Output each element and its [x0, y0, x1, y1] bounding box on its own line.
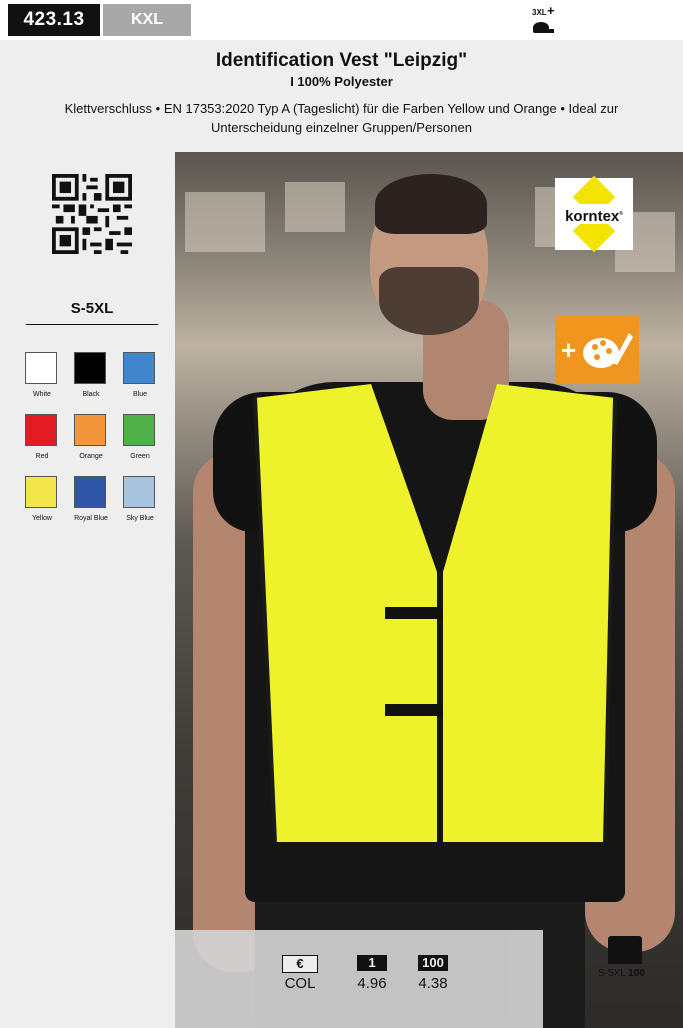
swatch-label: Yellow: [32, 515, 52, 522]
bag-icon: [608, 936, 642, 964]
color-swatch[interactable]: Red: [22, 414, 62, 460]
qty100-label: 100: [418, 955, 448, 971]
swatch-label: Royal Blue: [74, 515, 108, 522]
swatch-box: [74, 476, 106, 508]
price-col-qty1: 1 4.96: [347, 955, 397, 992]
color-swatch[interactable]: Royal Blue: [71, 476, 111, 522]
sidebar: S-5XL White Black Blue Red Orange Green: [0, 152, 175, 1028]
color-swatch[interactable]: Orange: [71, 414, 111, 460]
qty100-price: 4.38: [418, 975, 448, 992]
swatch-box: [74, 414, 106, 446]
price-col-qty100: 100 4.38: [408, 955, 458, 992]
product-photo: [175, 152, 683, 1028]
price-col-colors: € COL: [275, 955, 325, 992]
top-bar: 423.13 KXL 3XL +: [0, 0, 683, 40]
swatch-label: Sky Blue: [126, 515, 154, 522]
color-swatch[interactable]: Green: [120, 414, 160, 460]
swatch-label: White: [33, 391, 51, 398]
product-title: Identification Vest "Leipzig": [215, 50, 468, 71]
swatch-label: Red: [35, 453, 49, 460]
swatch-box: [123, 414, 155, 446]
swatch-box: [74, 352, 106, 384]
packaging-quantity: 100: [628, 968, 645, 979]
qty1-price: 4.96: [357, 975, 387, 992]
swatch-box: [25, 476, 57, 508]
swatch-box: [123, 352, 155, 384]
color-swatch[interactable]: Black: [71, 352, 111, 398]
size-range: S-5XL: [26, 300, 158, 325]
svg-text:+: +: [561, 335, 576, 365]
qty1-label: 1: [357, 955, 387, 971]
swatch-box: [123, 476, 155, 508]
color-swatch[interactable]: White: [22, 352, 62, 398]
color-swatch[interactable]: Sky Blue: [120, 476, 160, 522]
color-swatch[interactable]: Blue: [120, 352, 160, 398]
article-number: 423.13: [8, 4, 100, 36]
product-description: Klettverschluss • EN 17353:2020 Typ A (T…: [64, 101, 619, 135]
size-icon-label: 3XL: [532, 8, 547, 17]
swatch-box: [25, 414, 57, 446]
brand-tag: KXL: [103, 4, 191, 36]
swatch-box: [25, 352, 57, 384]
price-panel: € COL 1 4.96 100 4.38: [175, 930, 543, 1028]
swatch-label: Blue: [132, 391, 147, 398]
swatch-label: Green: [130, 453, 150, 460]
palette-plus-icon: +: [555, 315, 639, 383]
packaging-info: S-5XL 100: [598, 932, 658, 992]
korntex-wordmark: korntex: [565, 208, 620, 225]
swatch-label: Black: [82, 391, 100, 398]
packaging-sizes: S-5XL: [598, 968, 626, 979]
qr-code-icon[interactable]: [52, 174, 132, 254]
product-header: Identification Vest "Leipzig" I 100% Pol…: [0, 40, 683, 152]
currency-label: €: [282, 955, 318, 973]
color-swatch[interactable]: Yellow: [22, 476, 62, 522]
color-group-label: COL: [284, 975, 316, 992]
size-icon-plus: +: [547, 3, 555, 18]
product-material: I 100% Polyester: [290, 74, 393, 89]
swatch-label: Orange: [79, 453, 103, 460]
size-extended-icon: 3XL +: [530, 3, 560, 38]
korntex-logo: korntex®: [555, 175, 633, 253]
yellow-vest: [253, 384, 617, 843]
